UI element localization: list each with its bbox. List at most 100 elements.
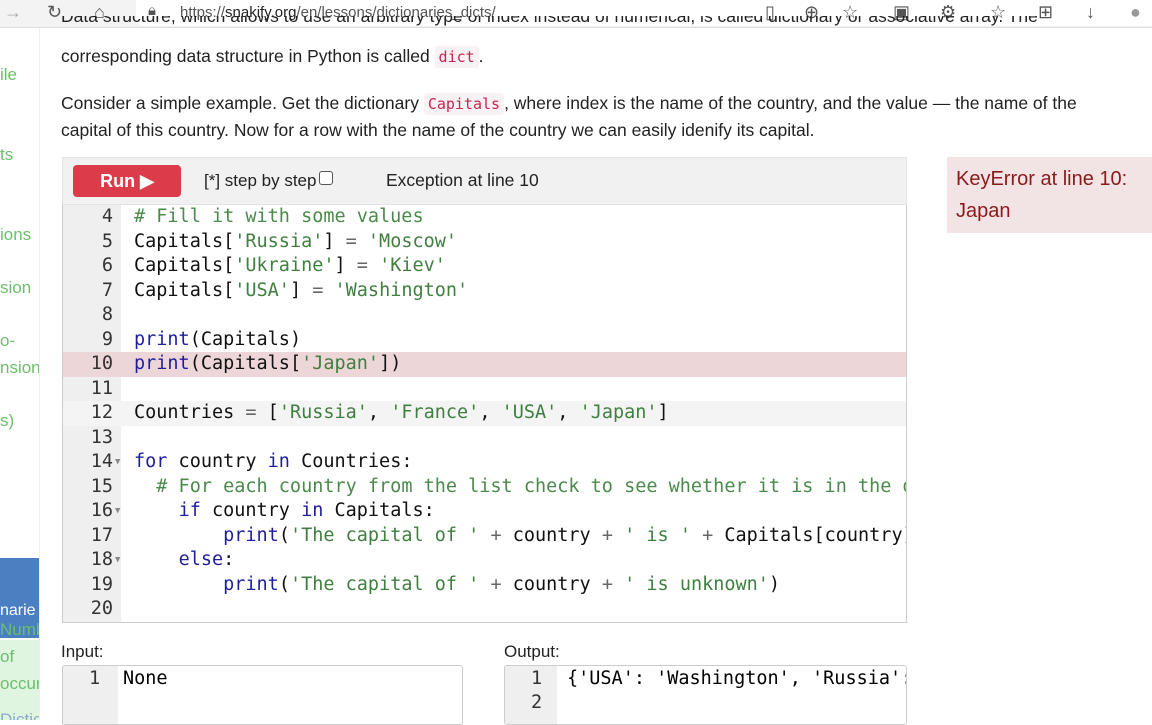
sidebar-item[interactable]: nsion xyxy=(0,358,39,378)
profile-icon[interactable]: ● xyxy=(1130,2,1141,23)
paragraph-line: Consider a simple example. Get the dicti… xyxy=(61,90,1077,118)
sidebar-item[interactable]: o- xyxy=(0,331,15,351)
code-line[interactable]: 18 ▼ else: xyxy=(63,548,906,573)
code-token: 'USA' xyxy=(234,279,290,301)
code-text: print(Capitals['Japan']) xyxy=(134,352,401,377)
code-token: else xyxy=(178,549,224,570)
paragraph-text: Consider a simple example. Get the dicti… xyxy=(61,93,424,113)
code-token: , xyxy=(367,402,391,423)
downloads-icon[interactable]: ↓ xyxy=(1086,2,1095,23)
line-number: 18 xyxy=(90,549,113,570)
line-number: 1 xyxy=(531,668,543,689)
line-number: 4 xyxy=(101,206,113,227)
code-line[interactable]: 17 print('The capital of ' + country + '… xyxy=(63,524,906,549)
line-number: 7 xyxy=(101,279,113,301)
output-editor: 1 {'USA': 'Washington', 'Russia': 'Mosco… xyxy=(504,665,907,725)
fold-arrow-icon[interactable]: ▼ xyxy=(115,450,120,475)
code-text: # For each country from the list check t… xyxy=(134,475,906,500)
run-button[interactable]: Run ▶ xyxy=(73,165,181,197)
code-token: Capitals[ xyxy=(134,279,235,301)
code-line[interactable]: 15 # For each country from the list chec… xyxy=(63,475,906,500)
code-token: 'Moscow' xyxy=(367,230,458,252)
sidebar-item[interactable]: ts xyxy=(0,145,13,165)
error-message: KeyError at line 10: Japan xyxy=(947,157,1152,233)
code-token: ] xyxy=(323,230,346,252)
code-token: print xyxy=(134,353,190,374)
code-text: # Fill it with some values xyxy=(134,205,424,230)
code-token: + xyxy=(702,524,714,546)
input-editor[interactable]: 1 None xyxy=(62,665,463,725)
code-token: = xyxy=(312,279,324,301)
paragraph-text: Data structure, which allows to use an a… xyxy=(61,16,1038,26)
step-by-step-checkbox[interactable] xyxy=(319,171,334,185)
code-line[interactable]: 4 # Fill it with some values xyxy=(63,205,906,230)
code-line[interactable]: 7 Capitals['USA'] = 'Washington' xyxy=(63,279,906,304)
code-token: Countries: xyxy=(289,451,413,472)
code-token: print xyxy=(223,524,279,546)
add-tab-icon[interactable]: ⊞ xyxy=(1038,2,1053,23)
code-token: Countries xyxy=(134,402,246,423)
code-line[interactable]: 14 ▼ for country in Countries: xyxy=(63,450,906,475)
code-token: ) xyxy=(768,573,781,595)
paragraph-text: . xyxy=(478,46,484,66)
code-line[interactable]: 6 Capitals['Ukraine'] = 'Kiev' xyxy=(63,254,906,279)
code-token: 'France' xyxy=(390,402,480,423)
code-text: Capitals['Russia'] = 'Moscow' xyxy=(134,230,457,255)
step-by-step-label: [*] step by step xyxy=(204,171,317,190)
code-token: (Capitals[ xyxy=(189,353,302,374)
fold-arrow-icon[interactable]: ▼ xyxy=(115,499,120,524)
exception-status: Exception at line 10 xyxy=(386,170,539,190)
code-token: ( xyxy=(278,524,290,546)
code-editor[interactable]: 4 # Fill it with some values 5 Capitals['Ru… xyxy=(62,205,907,623)
code-token: # For each country from the list check t… xyxy=(156,475,906,497)
line-number: 13 xyxy=(90,426,113,448)
code-line[interactable]: 12 Countries = ['Russia', 'France', 'USA'… xyxy=(63,401,906,426)
sidebar-subitem-label: Numb xyxy=(0,620,39,639)
paragraph-line: Data structure, which allows to use an a… xyxy=(61,16,1038,30)
reload-icon[interactable]: ↻ xyxy=(47,2,62,23)
sidebar-subitem-label: occur xyxy=(0,674,40,693)
code-line[interactable]: 11 xyxy=(63,377,906,402)
code-line[interactable]: 13 xyxy=(63,426,906,451)
sidebar-item[interactable]: Dictio xyxy=(0,710,39,720)
lesson-sidebar: ile ts ions sion o- nsion s) narie Numb … xyxy=(0,28,40,720)
code-line[interactable]: 20 xyxy=(63,597,906,622)
sidebar-item[interactable]: s) xyxy=(0,411,14,431)
code-line-error[interactable]: 10 print(Capitals['Japan']) xyxy=(63,352,906,377)
sidebar-item[interactable]: ions xyxy=(0,225,31,245)
step-by-step-toggle[interactable]: [*] step by step xyxy=(204,171,334,191)
code-line[interactable]: 5 Capitals['Russia'] = 'Moscow' xyxy=(63,230,906,255)
code-line[interactable]: 16 ▼ if country in Capitals: xyxy=(63,499,906,524)
code-token: ( xyxy=(278,573,290,595)
input-line: None xyxy=(123,668,168,689)
output-label: Output: xyxy=(504,642,560,661)
line-number: 2 xyxy=(531,692,543,713)
code-token: 'Japan' xyxy=(301,353,380,374)
code-text: print('The capital of ' + country + ' is… xyxy=(134,524,907,549)
arrow-right-icon[interactable]: → xyxy=(4,2,22,23)
line-number: 19 xyxy=(90,573,113,595)
code-token: 'Russia' xyxy=(278,402,368,423)
code-token: country xyxy=(501,573,602,595)
sidebar-item[interactable]: sion xyxy=(0,278,31,298)
code-token: : xyxy=(223,549,235,570)
code-line[interactable]: 19 print('The capital of ' + country + '… xyxy=(63,573,906,598)
code-line[interactable]: 8 xyxy=(63,303,906,328)
code-line[interactable]: 9 print(Capitals) xyxy=(63,328,906,353)
code-token: Capitals[country]) xyxy=(713,524,907,546)
line-number: 20 xyxy=(90,598,113,619)
sidebar-item[interactable]: ile xyxy=(0,65,17,85)
code-text: Capitals['USA'] = 'Washington' xyxy=(134,279,468,304)
code-token: for xyxy=(134,451,168,472)
code-token: print xyxy=(223,573,279,595)
line-number: 15 xyxy=(90,475,113,497)
fold-arrow-icon[interactable]: ▼ xyxy=(115,548,120,573)
code-token: 'Russia' xyxy=(234,230,324,252)
